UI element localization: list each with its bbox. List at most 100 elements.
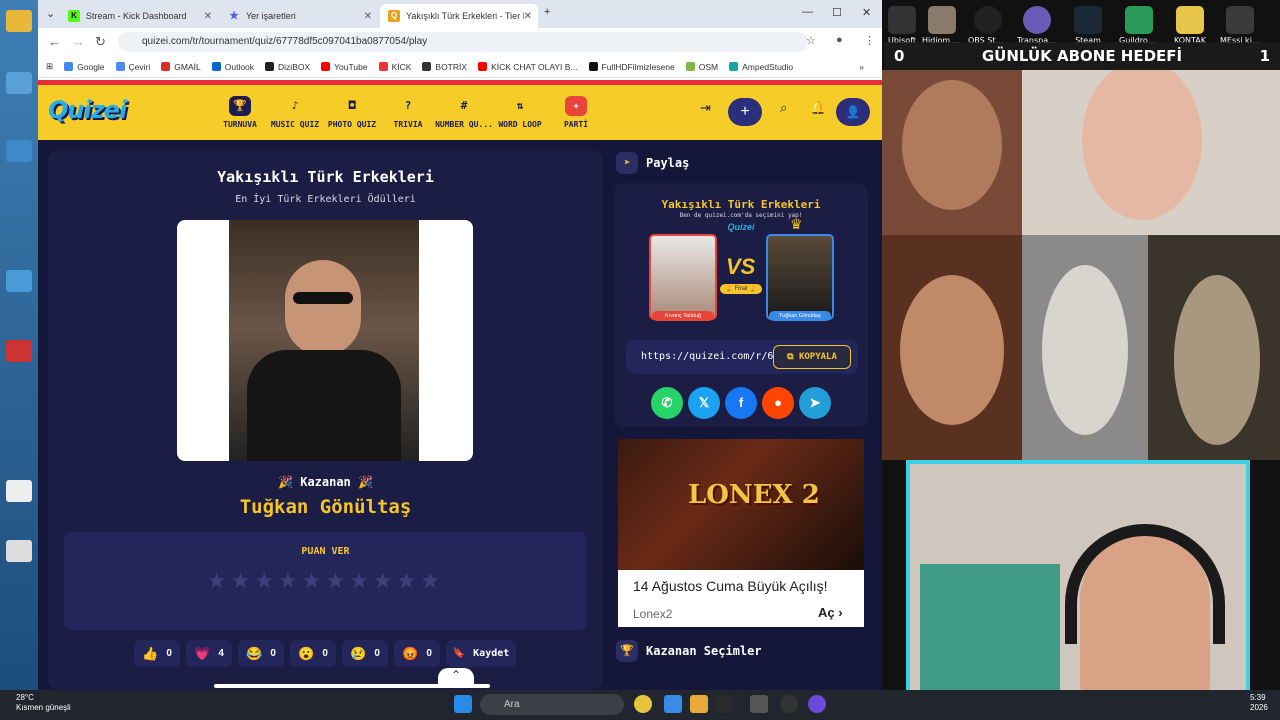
bookmark-osm[interactable]: OSM [685, 62, 718, 72]
bookmark-kick[interactable]: KİCK [378, 62, 411, 72]
reaction-heart[interactable]: 💗 4 [186, 640, 232, 667]
login-icon[interactable]: ⇥ [700, 100, 711, 116]
nav-word-loop[interactable]: ⇅ WORD LOOP [490, 96, 550, 129]
tab-quizei[interactable]: Q Yakışıklı Türk Erkekleri - Tier List ✕ [380, 4, 538, 28]
nav-parti[interactable]: ✦ PARTİ [546, 96, 606, 129]
minimize-icon[interactable]: — [802, 6, 813, 18]
desktop-app-icon[interactable] [6, 480, 32, 502]
taskbar-app-icon[interactable] [716, 695, 734, 713]
weather-widget[interactable]: 28°C Kısmen güneşli [16, 693, 71, 713]
quizei-logo[interactable]: Quizei [48, 96, 127, 124]
ad-headline[interactable]: 14 Ağustos Cuma Büyük Açılış! [633, 578, 828, 594]
folder-icon[interactable]: KONTAK [1170, 6, 1210, 45]
epic-games-icon[interactable] [750, 695, 768, 713]
telegram-icon[interactable]: ➤ [799, 387, 831, 419]
bookmark-kick-chat[interactable]: KİCK CHAT OLAYI B... [478, 62, 578, 72]
start-icon[interactable] [454, 695, 472, 713]
party-icon: ✦ [565, 96, 587, 116]
nav-photo-quiz[interactable]: ◘ PHOTO QUIZ [322, 96, 382, 129]
close-window-icon[interactable]: ✕ [862, 6, 871, 19]
bookmark-ampedstudio[interactable]: AmpedStudio [729, 62, 793, 72]
bookmark-outlook[interactable]: Outlook [211, 62, 254, 72]
obs-icon[interactable] [780, 695, 798, 713]
folder-icon[interactable] [690, 695, 708, 713]
winner-name: Tuğkan Gönültaş [239, 496, 412, 518]
share-url[interactable]: https://quizei.com/r/6 [641, 351, 773, 362]
desktop-app-icon[interactable] [6, 540, 32, 562]
bookmark-icon: 🔖 [452, 648, 466, 659]
obs-icon[interactable]: OBS Studio [968, 6, 1008, 45]
tab-search-icon[interactable]: ⌄ [46, 7, 55, 20]
scroll-up-icon[interactable]: ⌃ [438, 668, 474, 688]
desktop-app-icon[interactable] [6, 270, 32, 292]
bookmark-google[interactable]: Google [64, 62, 105, 72]
facebook-icon[interactable]: f [725, 387, 757, 419]
bookmark-youtube[interactable]: YouTube [321, 62, 368, 72]
desktop-icon[interactable]: Guildron Demo [1119, 6, 1159, 45]
chrome-icon[interactable] [634, 695, 652, 713]
bell-icon[interactable]: 🔔 [810, 100, 826, 116]
reaction-angry[interactable]: 😡 0 [394, 640, 440, 667]
taskbar-search[interactable]: Ara [480, 694, 624, 715]
reaction-wow[interactable]: 😮 0 [290, 640, 336, 667]
reload-icon[interactable]: ↻ [95, 34, 106, 50]
bookmark-botrix[interactable]: BOTRİX [422, 62, 467, 72]
celebrity-photo [1148, 235, 1280, 460]
nav-number-quiz[interactable]: # NUMBER QU... [434, 96, 494, 129]
bookmark-ceviri[interactable]: Çeviri [115, 62, 150, 72]
new-tab-icon[interactable]: + [544, 6, 550, 18]
quiz-subtitle: En İyi Türk Erkekleri Ödülleri [235, 194, 416, 205]
trophy-icon: 🏆 [616, 640, 638, 662]
folder-icon[interactable] [6, 10, 32, 32]
close-icon[interactable]: ✕ [204, 11, 212, 22]
bookmark-dizibox[interactable]: DiziBOX [265, 62, 310, 72]
copy-button[interactable]: ⧉ KOPYALA [773, 345, 851, 369]
close-icon[interactable]: ✕ [364, 11, 372, 22]
save-button[interactable]: 🔖 Kaydet [446, 640, 516, 667]
desktop-app-icon[interactable] [6, 72, 32, 94]
nav-turnuva[interactable]: 🏆 TURNUVA [210, 96, 270, 129]
reaction-like[interactable]: 👍 0 [134, 640, 180, 667]
ad-open-button[interactable]: Aç › [818, 605, 843, 620]
taskbar-app-icon[interactable] [664, 695, 682, 713]
sunglasses-icon [293, 292, 353, 304]
bookmark-gmail[interactable]: GMAİL [161, 62, 201, 72]
sort-icon: ⇅ [516, 99, 524, 112]
url-input[interactable]: quizei.com/tr/tournament/quiz/67778df5c0… [118, 32, 808, 52]
desktop-app-icon[interactable] [6, 340, 32, 362]
profile-icon[interactable]: ● [836, 34, 843, 46]
taskbar-app-icon[interactable] [808, 695, 826, 713]
nav-trivia[interactable]: ? TRIVIA [378, 96, 438, 129]
back-icon[interactable]: ← [48, 34, 61, 49]
share-card-logo: Quizei [727, 222, 755, 232]
tab-kick[interactable]: K Stream - Kick Dashboard ✕ [60, 4, 218, 28]
whatsapp-icon[interactable]: ✆ [651, 387, 683, 419]
apps-icon[interactable]: ⊞ [46, 61, 53, 72]
maximize-icon[interactable]: ☐ [832, 6, 842, 19]
reddit-icon[interactable]: ● [762, 387, 794, 419]
desktop-icon[interactable]: Transparent [1017, 6, 1057, 45]
camera-icon: ◘ [348, 99, 356, 112]
user-icon[interactable]: 👤 [836, 98, 870, 126]
create-button[interactable]: + [728, 98, 762, 126]
more-bookmarks-icon[interactable]: » [859, 62, 864, 72]
desktop-icon[interactable]: Ubisoft [882, 6, 922, 45]
reaction-laugh[interactable]: 😂 0 [238, 640, 284, 667]
search-icon[interactable]: ⌕ [780, 100, 787, 116]
menu-icon[interactable]: ⋮ [864, 34, 875, 47]
forward-icon[interactable]: → [72, 34, 85, 49]
desktop-app-icon[interactable] [6, 140, 32, 162]
nav-music-quiz[interactable]: ♪ MUSIC QUIZ [265, 96, 325, 129]
bookmark-star-icon[interactable]: ☆ [806, 34, 816, 47]
star-rating[interactable]: ★★★★★★★★★★ [64, 568, 587, 594]
share-card-subtitle: Ben de quizei.com'da seçimini yap! [679, 212, 803, 219]
bookmark-fullhd[interactable]: FullHDFilmizlesene [588, 62, 675, 72]
x-icon[interactable]: 𝕏 [688, 387, 720, 419]
clock[interactable]: 5:39 2026 [1250, 693, 1268, 713]
desktop-icon[interactable]: MEssi kime [1220, 6, 1260, 45]
tab-bookmarks[interactable]: ★ Yer işaretleri ✕ [220, 4, 378, 28]
desktop-icon[interactable]: Hidiom Online [922, 6, 962, 45]
reaction-sad[interactable]: 😢 0 [342, 640, 388, 667]
close-icon[interactable]: ✕ [524, 11, 532, 22]
steam-icon[interactable]: Steam [1068, 6, 1108, 45]
